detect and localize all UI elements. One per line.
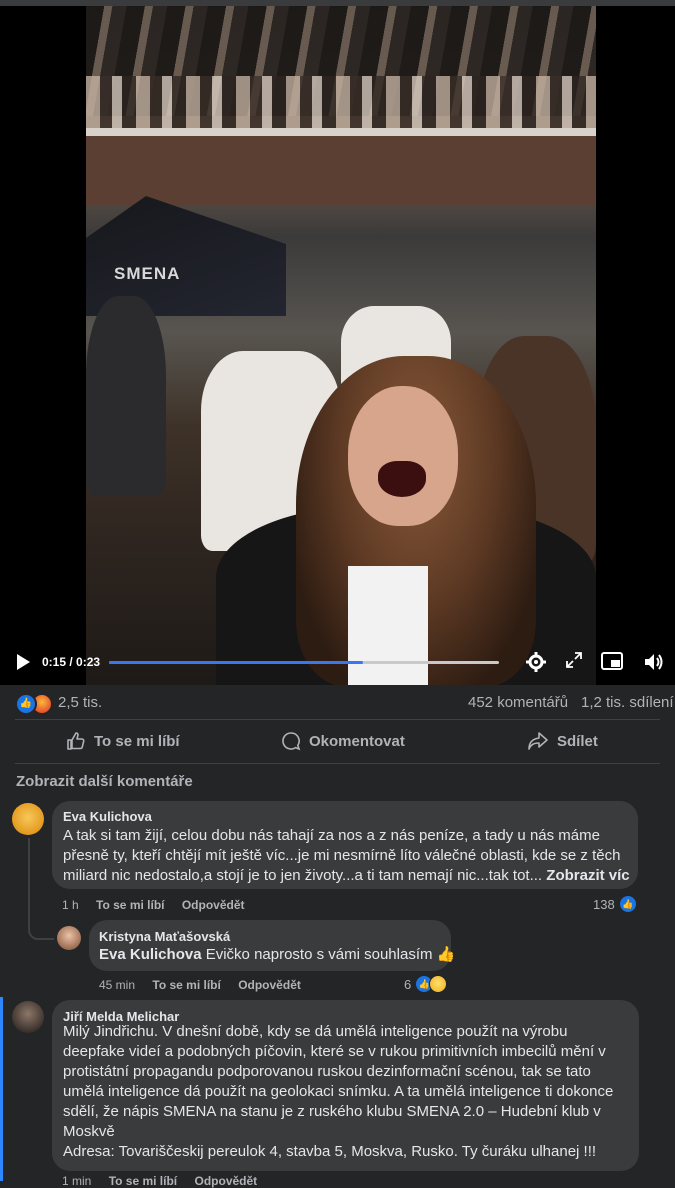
video-scene-blouse: [348, 566, 428, 685]
like-button[interactable]: To se mi líbí: [66, 730, 180, 752]
video-time: 0:15 / 0:23: [42, 655, 101, 669]
share-button-label: Sdílet: [557, 732, 598, 750]
video-progress-fill: [109, 661, 363, 664]
avatar[interactable]: [12, 803, 44, 835]
comment-like-link[interactable]: To se mi líbí: [109, 1174, 177, 1188]
comment-reactions[interactable]: 138 👍: [593, 895, 637, 913]
comment-line: umělá inteligence dá použít na geolokaci…: [63, 1083, 614, 1100]
avatar[interactable]: [57, 926, 81, 950]
comment-time[interactable]: 1 min: [62, 1174, 91, 1188]
comment-bubble-icon: [282, 732, 301, 751]
like-reaction-icon[interactable]: 👍: [15, 693, 37, 715]
video-frame[interactable]: SMENA: [86, 6, 596, 685]
divider: [15, 763, 660, 764]
comment-time[interactable]: 1 h: [62, 898, 79, 912]
reaction-count[interactable]: 2,5 tis.: [58, 694, 102, 711]
expand-icon[interactable]: [566, 652, 582, 672]
comment-reaction-count: 6: [404, 976, 412, 992]
shares-count-link[interactable]: 1,2 tis. sdílení: [581, 694, 674, 711]
video-scene-rail: [86, 128, 596, 136]
comment-button-label: Okomentovat: [309, 732, 405, 750]
comment-line: protistátní propagandu podporovanou rusk…: [63, 1063, 591, 1080]
comment-reply-link[interactable]: Odpovědět: [195, 1174, 258, 1188]
comment-reaction-count: 138: [593, 896, 615, 912]
comment-reply-link[interactable]: Odpovědět: [182, 898, 245, 912]
picture-in-picture-icon[interactable]: [601, 652, 623, 674]
comments-count-link[interactable]: 452 komentářů: [468, 694, 568, 711]
video-progress-bar[interactable]: [109, 661, 499, 664]
haha-reaction-icon: [429, 975, 448, 993]
comment-line-text: miliard nic nedostalo,a stojí je to jen …: [63, 867, 543, 884]
video-scene-mouth: [378, 461, 426, 497]
video-scene-wall: [86, 136, 596, 206]
video-scene-person: [86, 296, 166, 496]
comment-author[interactable]: Eva Kulichova: [63, 809, 152, 824]
comment-bubble: Kristyna Maťašovská Eva Kulichova Evičko…: [89, 920, 455, 971]
comment-reply-link[interactable]: Odpovědět: [238, 978, 301, 992]
comment-line: přesně ty, kteří chtějí mít ještě víc...…: [63, 847, 621, 864]
comment-bubble: Jiří Melda Melichar Milý Jindřichu. V dn…: [52, 1000, 639, 1171]
video-scene-face: [348, 386, 458, 526]
comment-mention[interactable]: Eva Kulichova: [99, 946, 202, 963]
comment-like-link[interactable]: To se mi líbí: [152, 978, 220, 992]
comment-meta: 45 min To se mi líbí Odpovědět: [99, 978, 315, 992]
comment-line: sdělí, že nápis SMENA na stanu je z rusk…: [63, 1103, 601, 1120]
comment-bubble: Eva Kulichova A tak si tam žijí, celou d…: [52, 801, 638, 889]
comment-text: Eva Kulichova Evičko naprosto s vámi sou…: [99, 945, 455, 965]
comment-time[interactable]: 45 min: [99, 978, 135, 992]
comment-button[interactable]: Okomentovat: [281, 730, 405, 752]
settings-gear-icon[interactable]: [526, 652, 546, 676]
comment-meta: 1 h To se mi líbí Odpovědět: [62, 898, 259, 912]
comment-line: Moskvě: [63, 1123, 115, 1140]
comment-reactions[interactable]: 6 👍: [404, 975, 448, 993]
like-reaction-icon: 👍: [618, 895, 637, 913]
tent-label: SMENA: [114, 264, 181, 283]
view-more-comments-link[interactable]: Zobrazit další komentáře: [16, 773, 193, 790]
share-arrow-icon: [528, 732, 548, 750]
comment-line: Adresa: Tovariščeskij pereulok 4, stavba…: [63, 1143, 597, 1160]
comment-meta: 1 min To se mi líbí Odpovědět: [62, 1174, 271, 1188]
comment-author[interactable]: Kristyna Maťašovská: [99, 929, 230, 944]
video-scene-crowd: [86, 76, 596, 136]
play-icon[interactable]: [17, 654, 30, 670]
comment-line: miliard nic nedostalo,a stojí je to jen …: [63, 866, 633, 886]
new-comment-indicator: [0, 997, 3, 1181]
share-button[interactable]: Sdílet: [527, 730, 598, 752]
thread-line: [28, 838, 54, 940]
comment-line: Milý Jindřichu. V dnešní době, kdy se dá…: [63, 1023, 568, 1040]
avatar[interactable]: [12, 1001, 44, 1033]
comment-text: Milý Jindřichu. V dnešní době, kdy se dá…: [63, 1022, 633, 1162]
see-more-link[interactable]: Zobrazit víc: [546, 867, 629, 884]
video-player[interactable]: SMENA: [0, 6, 675, 685]
comment-line: deepfake videí a podobných píčovin, kter…: [63, 1043, 606, 1060]
comment-text-body: Evičko naprosto s vámi souhlasím 👍: [205, 946, 456, 963]
like-button-label: To se mi líbí: [94, 732, 180, 750]
comment-line: A tak si tam žijí, celou dobu nás tahají…: [63, 827, 600, 844]
comment-like-link[interactable]: To se mi líbí: [96, 898, 164, 912]
volume-icon[interactable]: [643, 652, 665, 676]
divider: [15, 719, 660, 720]
thumbs-up-icon: [67, 732, 85, 750]
comment-text: A tak si tam žijí, celou dobu nás tahají…: [63, 826, 633, 886]
